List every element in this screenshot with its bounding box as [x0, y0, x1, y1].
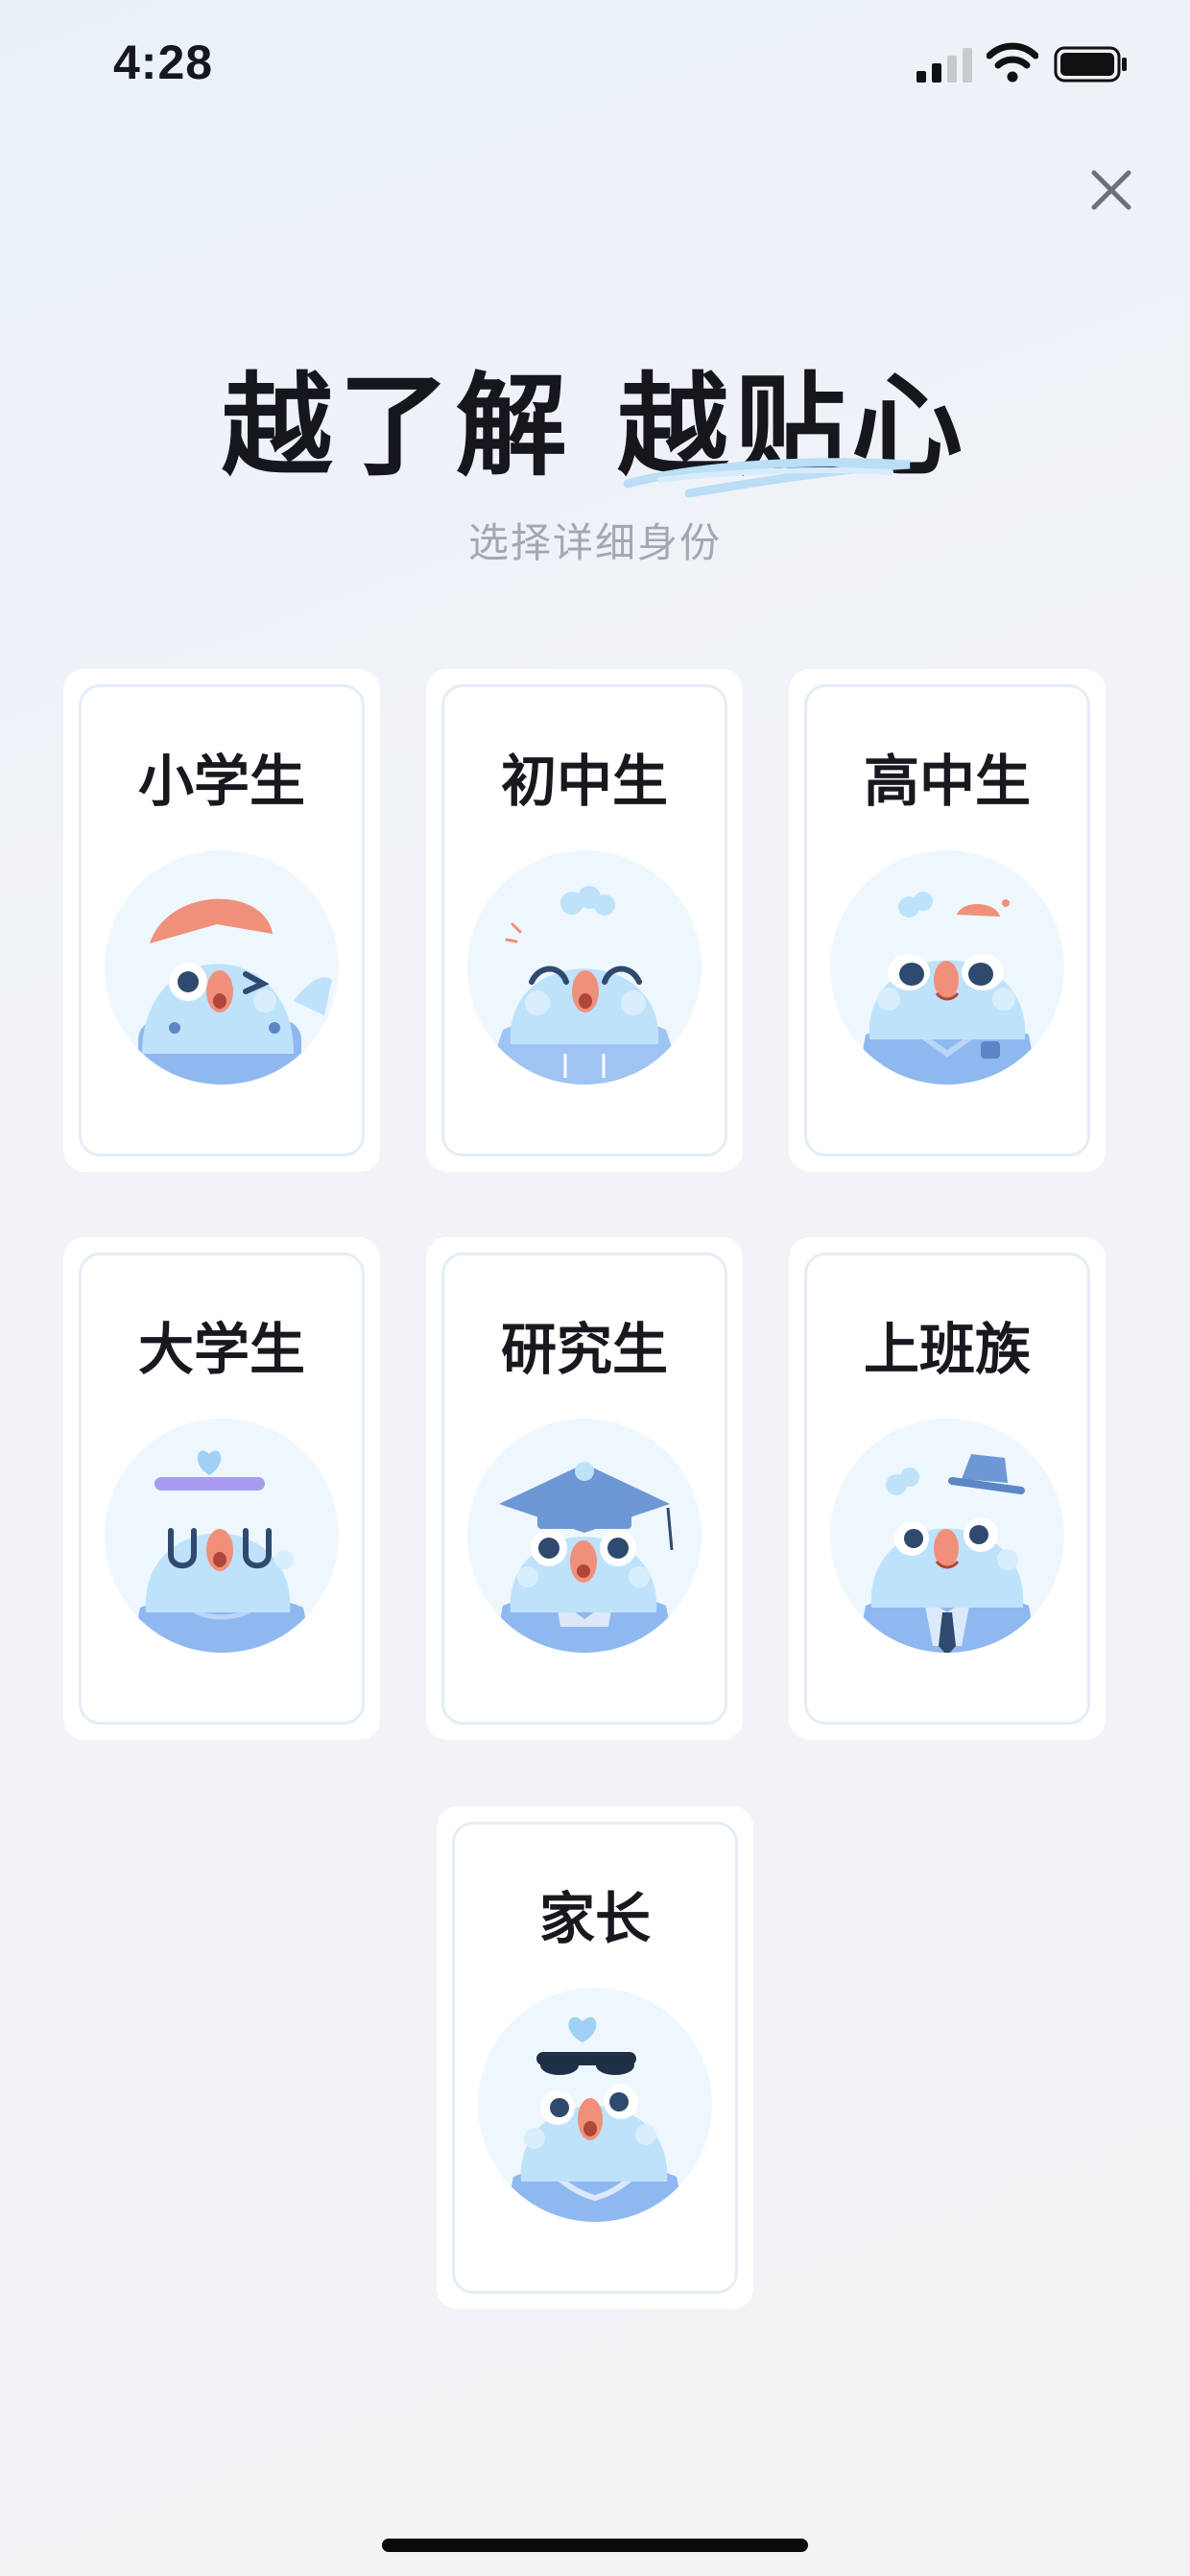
identity-card-middle-school[interactable]: 初中生	[426, 669, 743, 1172]
elementary-student-avatar-icon	[105, 850, 339, 1085]
close-icon[interactable]	[1084, 163, 1138, 217]
identity-label: 上班族	[863, 1317, 1031, 1382]
parent-avatar-icon	[478, 1988, 712, 2222]
status-time: 4:28	[113, 36, 214, 89]
page-title: 越了解 越贴心	[221, 362, 969, 491]
identity-label: 高中生	[863, 749, 1031, 814]
identity-card-college[interactable]: 大学生	[63, 1237, 380, 1740]
identity-label: 小学生	[137, 749, 305, 814]
identity-label: 家长	[538, 1886, 651, 1951]
home-indicator[interactable]	[382, 2539, 808, 2552]
middle-school-student-avatar-icon	[467, 850, 702, 1085]
cellular-signal-icon	[916, 48, 972, 83]
status-bar: 4:28	[0, 0, 1190, 134]
battery-icon	[1054, 46, 1127, 83]
page-subtitle: 选择详细身份	[467, 519, 722, 566]
identity-label: 大学生	[137, 1317, 305, 1382]
identity-card-elementary[interactable]: 小学生	[63, 669, 380, 1172]
identity-card-office-worker[interactable]: 上班族	[789, 1237, 1106, 1740]
title-underline-decoration	[623, 458, 911, 498]
college-student-avatar-icon	[105, 1419, 339, 1653]
identity-label: 初中生	[500, 749, 668, 814]
identity-card-parent[interactable]: 家长	[437, 1806, 753, 2309]
wifi-icon	[987, 42, 1038, 83]
high-school-student-avatar-icon	[830, 850, 1064, 1085]
graduate-student-avatar-icon	[467, 1419, 702, 1653]
identity-card-high-school[interactable]: 高中生	[789, 669, 1106, 1172]
office-worker-avatar-icon	[830, 1419, 1064, 1653]
identity-label: 研究生	[500, 1317, 668, 1382]
identity-card-graduate[interactable]: 研究生	[426, 1237, 743, 1740]
